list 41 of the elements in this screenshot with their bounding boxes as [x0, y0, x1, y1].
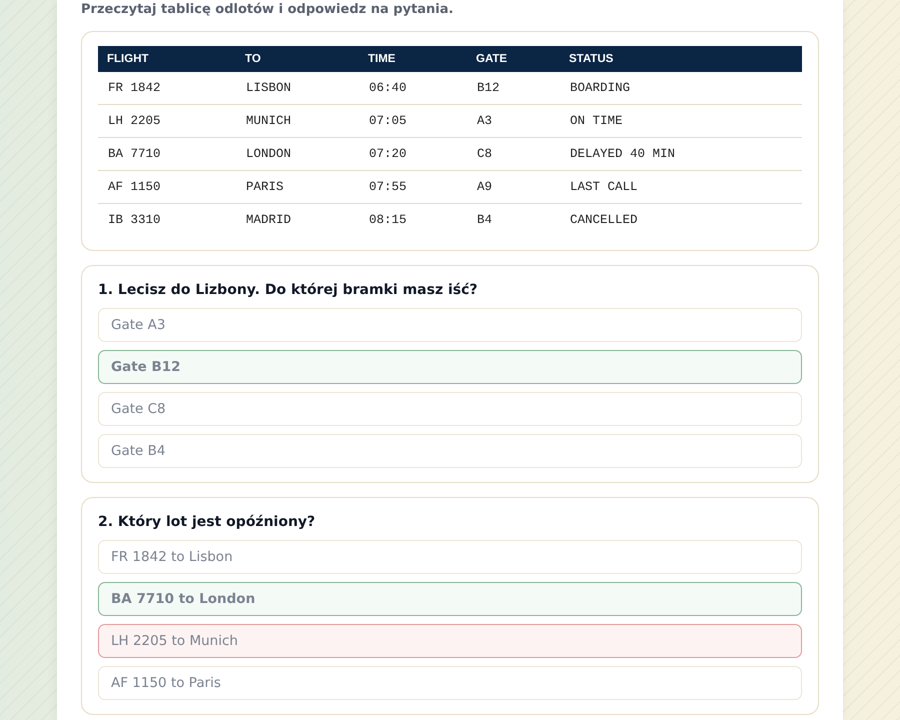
column-header: STATUS [560, 46, 802, 72]
table-cell: LISBON [236, 72, 359, 104]
instruction-text: Przeczytaj tablicę odlotów i odpowiedz na pytania. [81, 1, 454, 17]
table-cell: MUNICH [236, 104, 359, 138]
question-text: 1. Lecisz do Lizbony. Do której bramki masz iść? [98, 282, 479, 298]
column-header: TO [236, 46, 359, 72]
column-header: GATE [467, 46, 560, 72]
table-cell: C8 [467, 138, 560, 170]
table-cell: ON TIME [560, 104, 802, 138]
answer-option[interactable]: LH 2205 to Munich [98, 624, 802, 658]
table-cell: 07:05 [359, 104, 467, 138]
table-cell: LONDON [236, 138, 359, 170]
table-cell: AF 1150 [98, 170, 236, 204]
table-cell: BA 7710 [98, 138, 236, 170]
table-cell: LH 2205 [98, 104, 236, 138]
table-cell: PARIS [236, 170, 359, 204]
table-cell: DELAYED 40 MIN [560, 138, 802, 170]
column-header: TIME [359, 46, 467, 72]
table-cell: MADRID [236, 204, 359, 236]
table-cell: A9 [467, 170, 560, 204]
answer-option[interactable]: FR 1842 to Lisbon [98, 540, 802, 574]
table-cell: 07:20 [359, 138, 467, 170]
table-cell: FR 1842 [98, 72, 236, 104]
table-cell: 06:40 [359, 72, 467, 104]
answer-option[interactable]: Gate C8 [98, 392, 802, 426]
table-cell: 08:15 [359, 204, 467, 236]
table-cell: 07:55 [359, 170, 467, 204]
table-cell: A3 [467, 104, 560, 138]
table-cell: B4 [467, 204, 560, 236]
table-cell: B12 [467, 72, 560, 104]
table-cell: LAST CALL [560, 170, 802, 204]
question-text: 2. Który lot jest opóźniony? [98, 514, 316, 530]
answer-option[interactable]: Gate A3 [98, 308, 802, 342]
table-cell: BOARDING [560, 72, 802, 104]
table-cell: IB 3310 [98, 204, 236, 236]
table-cell: CANCELLED [560, 204, 802, 236]
answer-option[interactable]: Gate B4 [98, 434, 802, 468]
answer-option[interactable]: BA 7710 to London [98, 582, 802, 616]
answer-option[interactable]: AF 1150 to Paris [98, 666, 802, 700]
answer-option[interactable]: Gate B12 [98, 350, 802, 384]
column-header: FLIGHT [98, 46, 236, 72]
